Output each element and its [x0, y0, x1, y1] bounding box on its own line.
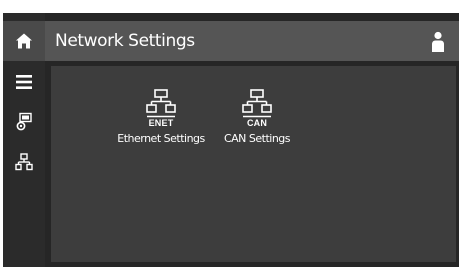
- can-settings-tile[interactable]: CAN CAN Settings: [209, 88, 305, 145]
- network-icon: [146, 89, 176, 118]
- sidebar-item-home[interactable]: [3, 21, 45, 61]
- page-title: Network Settings: [55, 31, 195, 51]
- app-frame: Network Settings ENET Ethernet Settings: [3, 13, 459, 267]
- network-icon: [15, 153, 33, 171]
- content-panel: ENET Ethernet Settings CAN CAN Settings: [51, 66, 456, 262]
- sidebar-item-menu[interactable]: [3, 63, 45, 101]
- menu-icon: [16, 75, 32, 89]
- ethernet-settings-label: Ethernet Settings: [117, 132, 205, 145]
- ethernet-tag: ENET: [148, 118, 174, 128]
- sidebar-item-network[interactable]: [3, 143, 45, 181]
- sidebar: [3, 13, 45, 267]
- home-icon: [16, 33, 32, 49]
- user-icon[interactable]: [431, 31, 445, 53]
- header-bar: Network Settings: [45, 21, 459, 61]
- ethernet-settings-tile[interactable]: ENET Ethernet Settings: [113, 88, 209, 145]
- device-settings-icon: [16, 112, 32, 131]
- can-tag: CAN: [246, 118, 268, 128]
- network-icon: [242, 89, 272, 118]
- can-settings-label: CAN Settings: [223, 132, 291, 145]
- sidebar-item-device-settings[interactable]: [3, 103, 45, 141]
